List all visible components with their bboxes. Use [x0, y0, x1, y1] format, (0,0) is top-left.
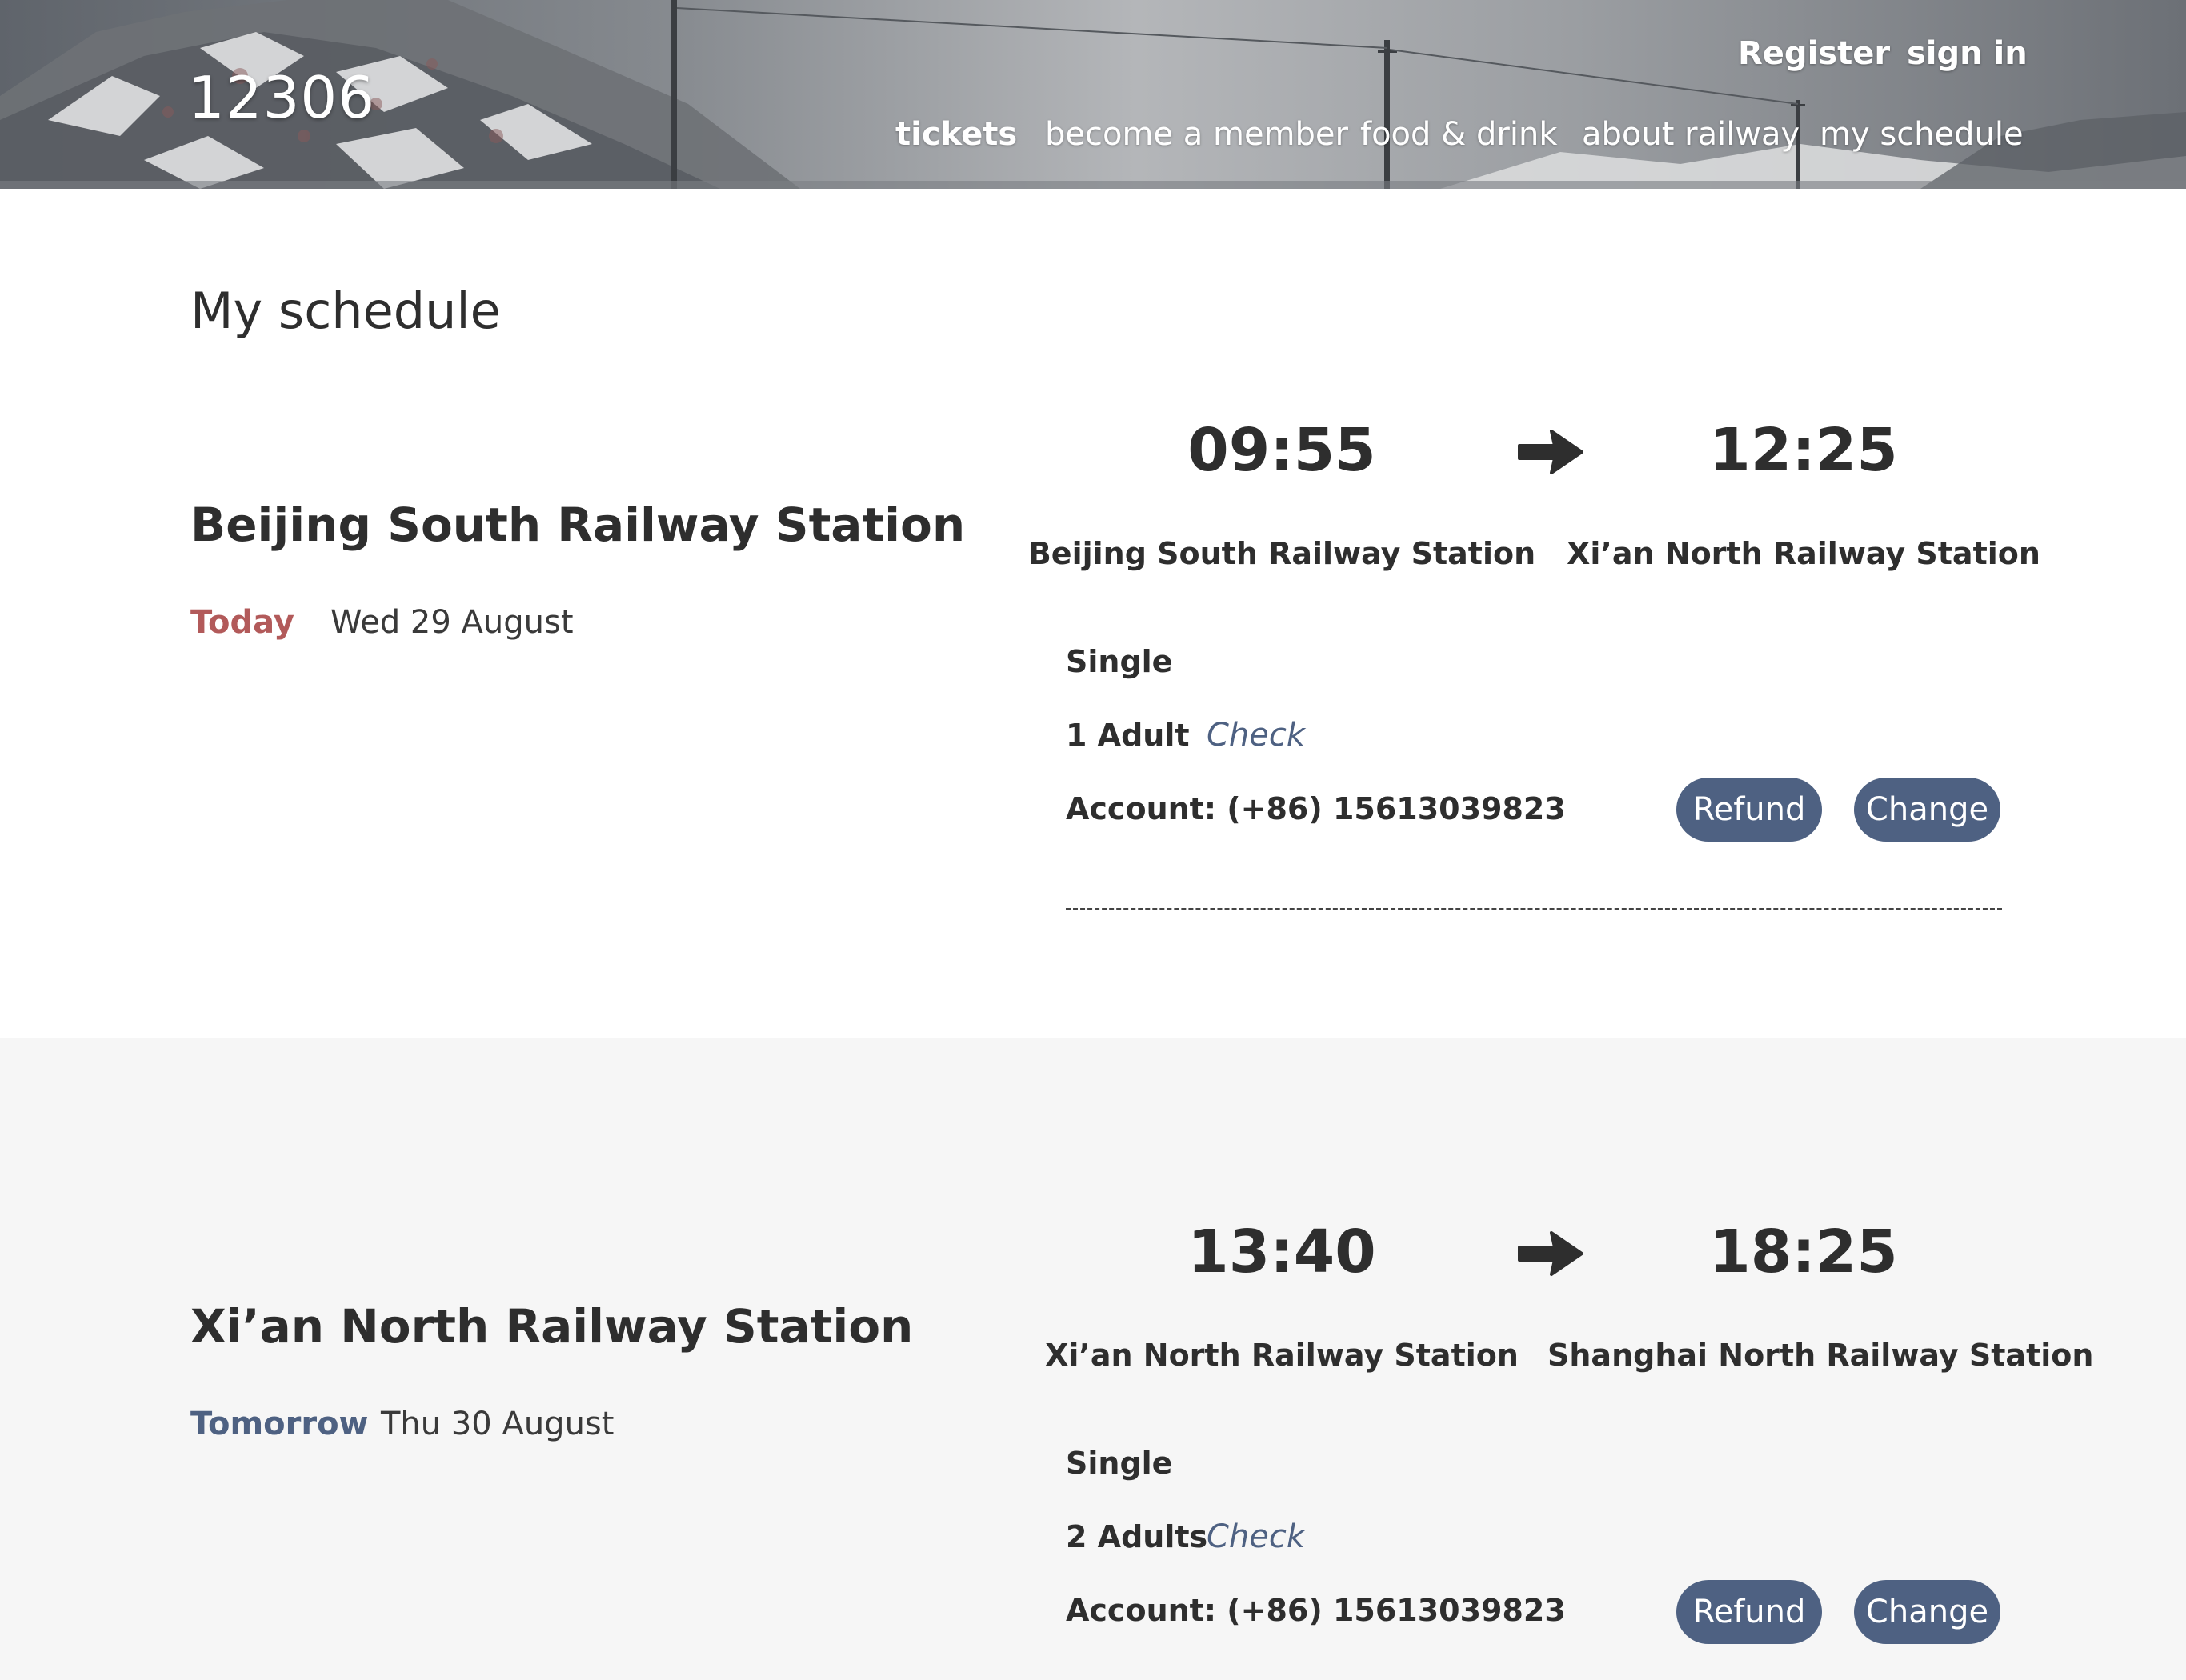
trip-date: Wed 29 August	[330, 604, 574, 641]
nav-my-schedule[interactable]: my schedule	[1820, 116, 2024, 153]
sign-in-link[interactable]: sign in	[1907, 35, 2028, 72]
refund-button[interactable]: Refund	[1676, 778, 1822, 842]
from-station: Beijing South Railway Station	[1027, 536, 1536, 571]
nav-tickets[interactable]: tickets	[895, 116, 1017, 153]
check-link[interactable]: Check	[1207, 717, 1305, 754]
nav-food-and-drink[interactable]: food & drink	[1360, 116, 1558, 153]
register-link[interactable]: Register	[1738, 35, 1890, 72]
change-button[interactable]: Change	[1854, 1580, 2000, 1644]
page-title: My schedule	[190, 282, 501, 340]
ticket-type: Single	[1066, 644, 1173, 679]
trip-date: Thu 30 August	[381, 1406, 615, 1442]
to-station: Shanghai North Railway Station	[1547, 1338, 2094, 1373]
from-station: Xi’an North Railway Station	[1045, 1338, 1519, 1373]
nav-become-a-member[interactable]: become a member	[1045, 116, 1348, 153]
site-header: 12306 Register sign in tickets become a …	[0, 0, 2186, 189]
day-label-tomorrow: Tomorrow	[190, 1406, 369, 1442]
to-station: Xi’an North Railway Station	[1567, 536, 2040, 571]
arrive-time: 18:25	[1709, 1218, 1898, 1286]
depart-time: 13:40	[1187, 1218, 1376, 1286]
dashed-divider	[1066, 908, 2002, 910]
depart-time: 09:55	[1187, 416, 1376, 485]
trip-origin-title: Beijing South Railway Station	[190, 498, 966, 552]
change-button[interactable]: Change	[1854, 778, 2000, 842]
nav-about-railway[interactable]: about railway	[1582, 116, 1800, 153]
site-logo[interactable]: 12306	[188, 64, 375, 131]
refund-button[interactable]: Refund	[1676, 1580, 1822, 1644]
passenger-count: 1 Adult	[1066, 718, 1190, 753]
arrow-right-icon	[1518, 430, 1583, 474]
account-info: Account: (+86) 15613039823	[1066, 1593, 1566, 1628]
check-link[interactable]: Check	[1207, 1518, 1305, 1555]
ticket-type: Single	[1066, 1446, 1173, 1481]
passenger-count: 2 Adults	[1066, 1519, 1208, 1554]
arrow-right-icon	[1518, 1231, 1583, 1276]
day-label-today: Today	[190, 604, 294, 641]
trip-origin-title: Xi’an North Railway Station	[190, 1299, 914, 1354]
arrive-time: 12:25	[1709, 416, 1898, 485]
account-info: Account: (+86) 15613039823	[1066, 791, 1566, 826]
